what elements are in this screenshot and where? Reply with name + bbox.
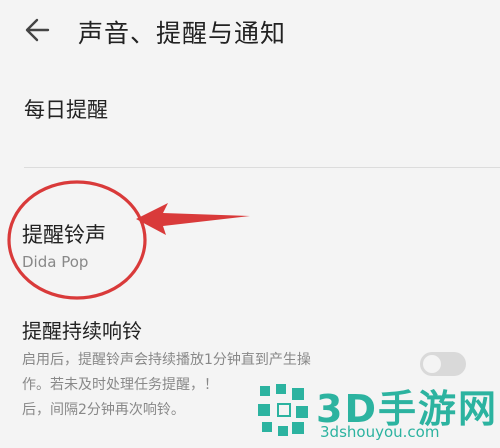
ringtone-label: 提醒铃声 [22,223,106,247]
persistent-ring-toggle[interactable] [420,352,466,376]
watermark-domain: 3dshouyou.com [320,423,440,441]
persistent-ring-label: 提醒持续响铃 [22,319,142,343]
ringtone-value: Dida Pop [22,253,89,271]
header-bar: 声音、提醒与通知 [0,0,500,62]
back-button[interactable] [22,14,58,46]
description-line: 启用后，提醒铃声会持续播放1分钟直到产生操 [22,352,311,368]
daily-reminder-label: 每日提醒 [24,98,108,122]
section-divider [24,167,500,168]
watermark: 3D手游网 3dshouyou.com [250,378,500,448]
watermark-logo-icon [258,384,308,436]
toggle-knob [423,355,441,373]
page-title: 声音、提醒与通知 [78,19,287,48]
arrow-left-icon [25,18,50,42]
ringtone-row[interactable]: 提醒铃声 Dida Pop [0,195,340,285]
daily-reminder-row[interactable]: 每日提醒 [0,72,500,167]
